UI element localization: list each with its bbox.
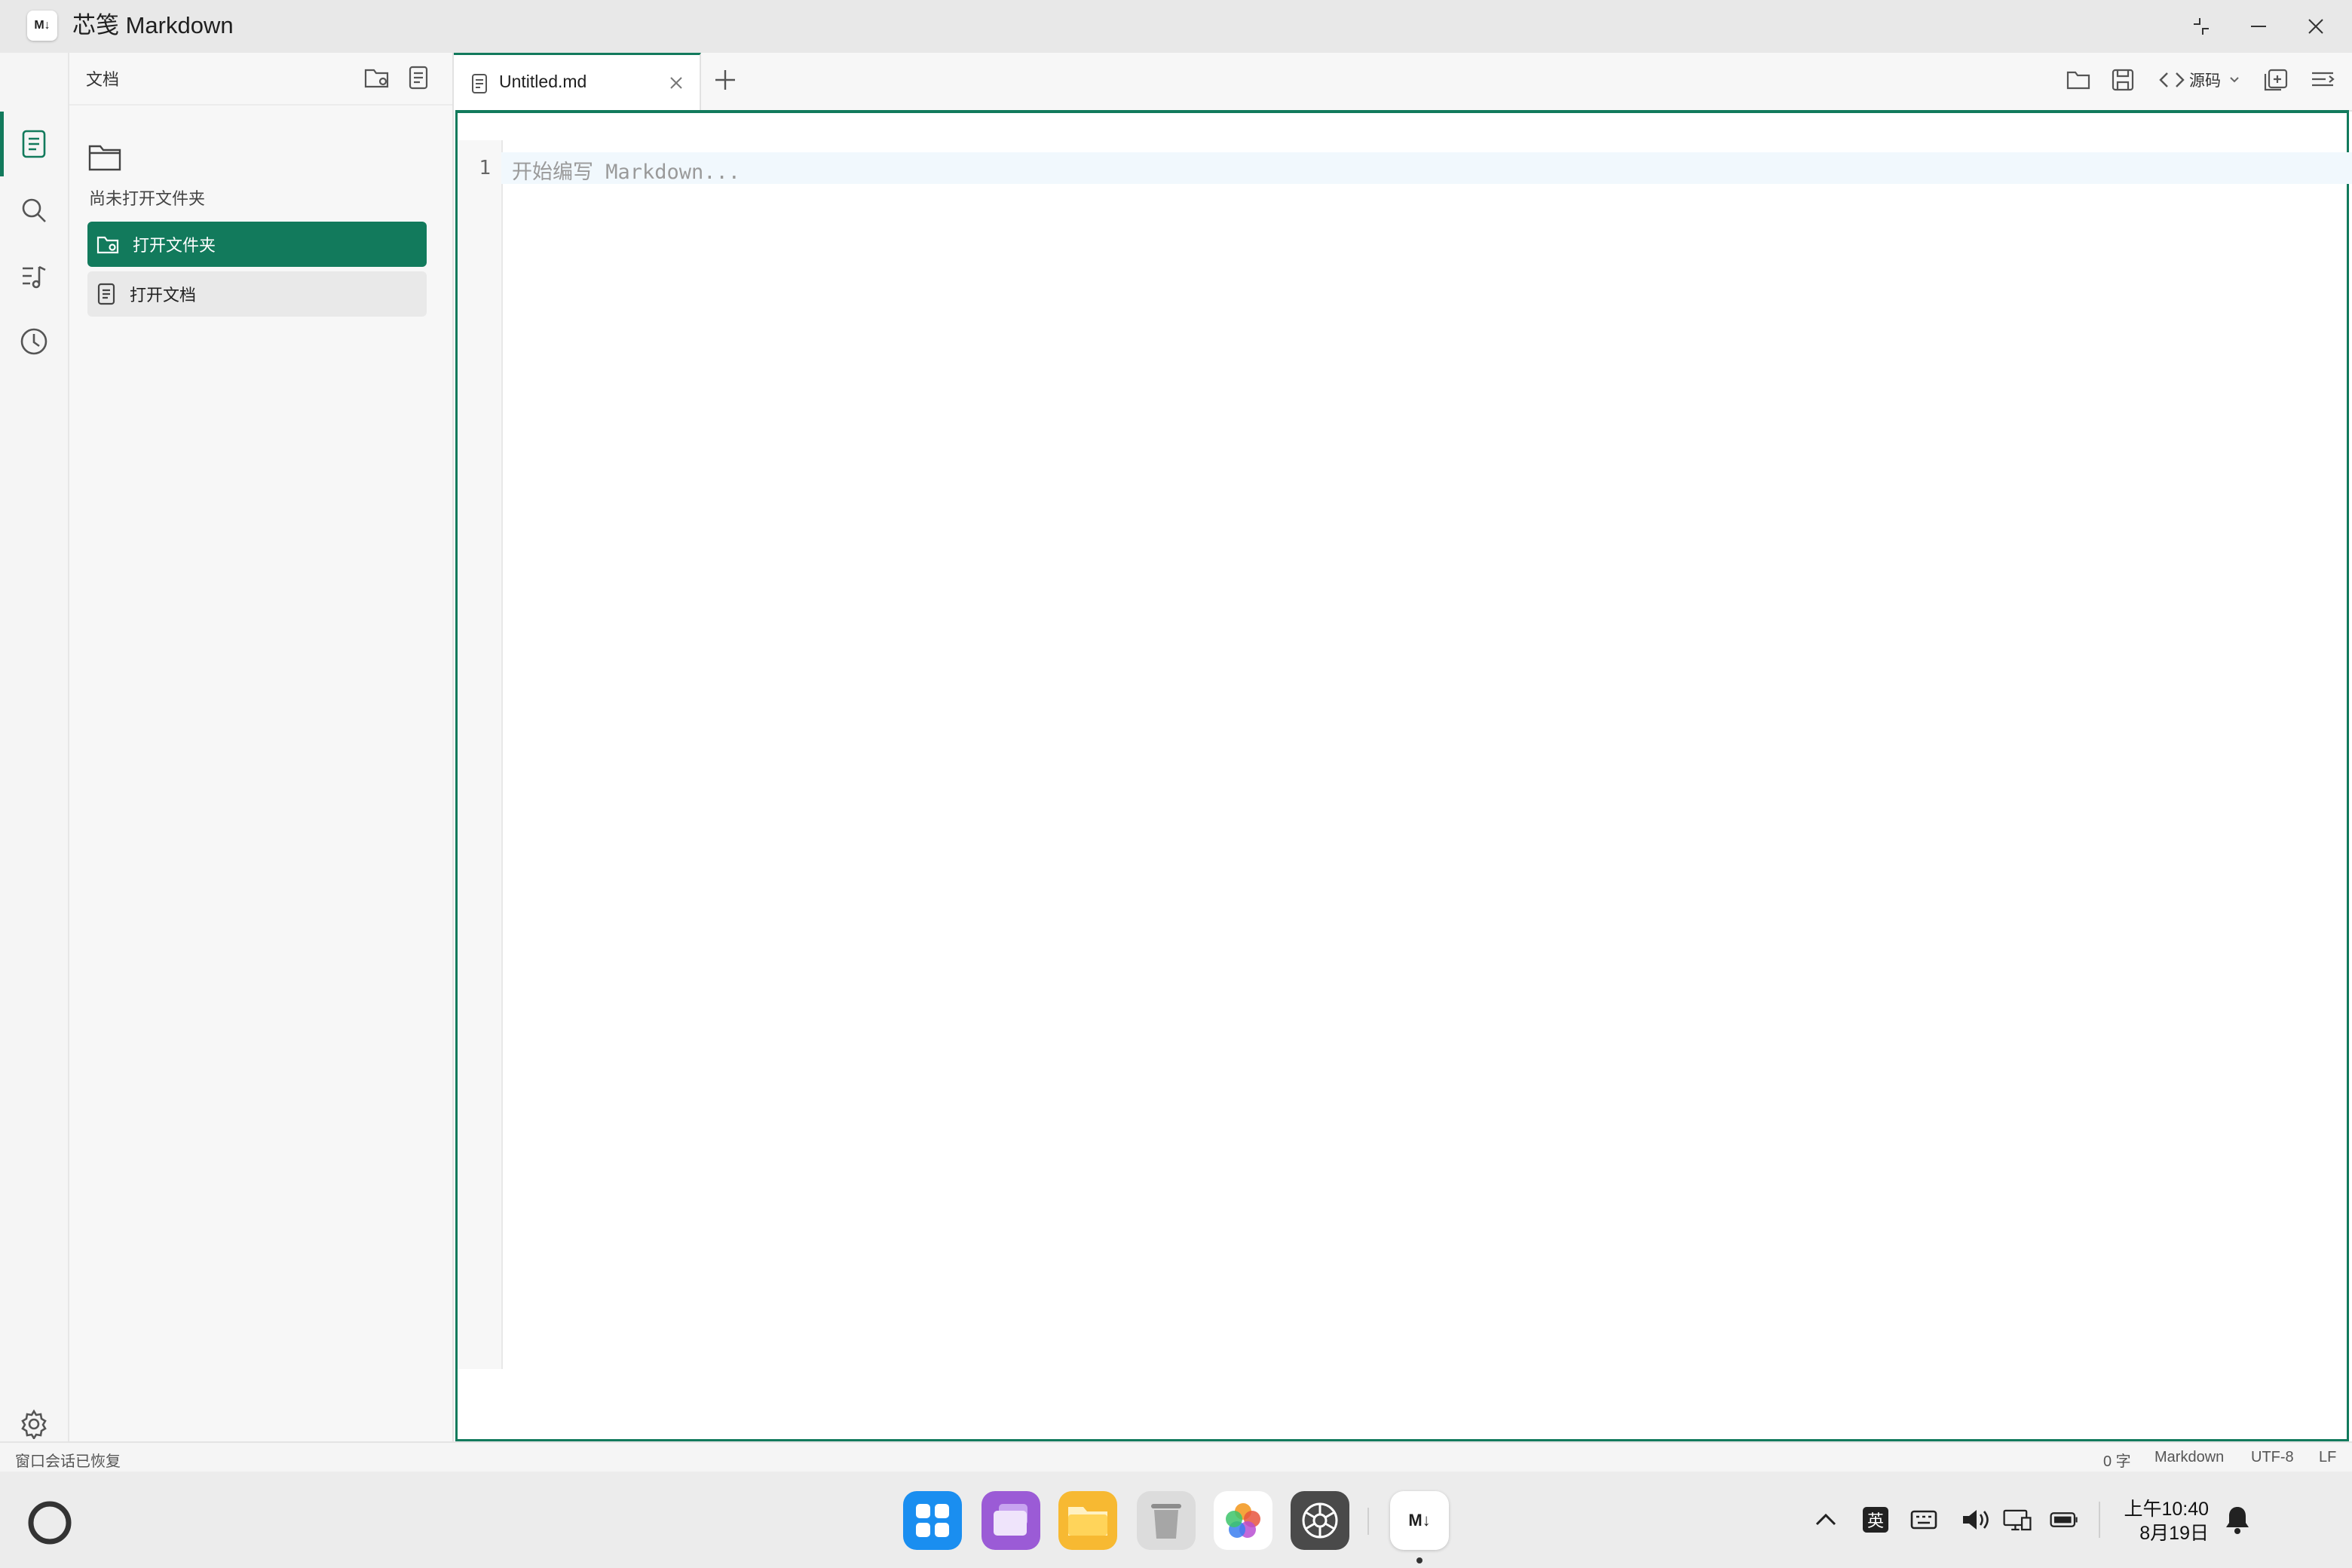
- status-message: 窗口会话已恢复: [15, 1453, 121, 1470]
- ime-label: 英: [1863, 1507, 1888, 1533]
- clock-date: 8月19日: [2139, 1523, 2209, 1544]
- open-document-button[interactable]: 打开文档: [87, 271, 427, 317]
- trash-icon[interactable]: [1137, 1491, 1196, 1550]
- active-line-highlight: [501, 152, 2352, 184]
- close-window-icon[interactable]: [2295, 8, 2337, 45]
- window-title: 芯笺 Markdown: [72, 12, 234, 38]
- folder-icon: [87, 142, 122, 172]
- open-folder-label: 打开文件夹: [133, 236, 216, 255]
- open-folder-button[interactable]: 打开文件夹: [87, 222, 427, 267]
- explorer-sidebar: 文档 尚未打开文件夹 打开文件夹 打开文档: [69, 53, 454, 1441]
- multitask-icon[interactable]: [982, 1491, 1040, 1550]
- running-indicator: [1416, 1557, 1423, 1563]
- bell-icon[interactable]: [2222, 1505, 2252, 1535]
- launcher-icon[interactable]: [26, 1499, 74, 1547]
- open-folder-icon[interactable]: [363, 65, 390, 90]
- tab-label: Untitled.md: [499, 72, 587, 91]
- status-bar: 窗口会话已恢复 0 字 Markdown UTF-8 LF: [0, 1441, 2352, 1473]
- markdown-app-icon[interactable]: M↓: [1390, 1491, 1449, 1550]
- clock-time: 上午10:40: [2124, 1499, 2209, 1520]
- document-icon[interactable]: [14, 124, 54, 164]
- open-document-label: 打开文档: [130, 286, 197, 305]
- file-manager-icon[interactable]: [1058, 1491, 1117, 1550]
- language-mode[interactable]: Markdown: [2154, 1449, 2224, 1466]
- file-encoding[interactable]: UTF-8: [2251, 1449, 2294, 1466]
- tab-untitled[interactable]: Untitled.md: [454, 53, 701, 112]
- close-tab-icon[interactable]: [668, 75, 684, 91]
- open-folder-icon[interactable]: [2066, 68, 2091, 92]
- outline-icon[interactable]: [14, 256, 54, 297]
- document-icon: [97, 283, 115, 305]
- search-icon[interactable]: [14, 190, 54, 231]
- editor-pane[interactable]: 1 开始编写 Markdown...: [455, 110, 2352, 1441]
- title-bar[interactable]: M↓ 芯笺 Markdown: [0, 0, 2352, 53]
- outline-panel-icon[interactable]: [2310, 68, 2335, 92]
- sidebar-header: 文档: [69, 53, 452, 106]
- save-icon[interactable]: [2111, 68, 2135, 92]
- code-icon: [2159, 72, 2185, 87]
- active-indicator: [0, 112, 4, 176]
- view-mode-dropdown[interactable]: 源码: [2159, 65, 2240, 95]
- markdown-file-icon: [470, 73, 488, 94]
- tab-bar: Untitled.md 源码: [454, 53, 2352, 112]
- gear-icon[interactable]: [14, 1404, 54, 1444]
- ime-indicator[interactable]: 英: [1860, 1505, 1891, 1535]
- history-icon[interactable]: [14, 321, 54, 362]
- app-grid-icon[interactable]: [903, 1491, 962, 1550]
- volume-icon[interactable]: [1960, 1505, 1990, 1535]
- line-gutter: [458, 140, 503, 1369]
- line-number: 1: [479, 157, 491, 179]
- chevron-down-icon: [2230, 77, 2239, 83]
- line-ending[interactable]: LF: [2319, 1449, 2336, 1466]
- battery-icon[interactable]: [2049, 1505, 2079, 1535]
- split-view-icon[interactable]: [2263, 68, 2289, 92]
- editor-placeholder[interactable]: 开始编写 Markdown...: [512, 155, 740, 185]
- settings-app-icon[interactable]: [1291, 1491, 1349, 1550]
- open-document-icon[interactable]: [407, 65, 430, 90]
- display-icon[interactable]: [2002, 1505, 2032, 1535]
- chevron-up-icon[interactable]: [1811, 1505, 1841, 1535]
- clock[interactable]: 上午10:40 8月19日: [2111, 1497, 2209, 1545]
- sidebar-title: 文档: [86, 70, 120, 89]
- app-logo-icon: M↓: [27, 11, 57, 41]
- new-tab-icon[interactable]: [712, 66, 739, 93]
- word-count: 0 字: [2103, 1453, 2131, 1470]
- no-folder-message: 尚未打开文件夹: [89, 189, 206, 208]
- keyboard-icon[interactable]: [1909, 1505, 1939, 1535]
- taskbar: M↓ 英 上午10:40 8月19日: [0, 1472, 2352, 1568]
- restore-icon[interactable]: [2180, 8, 2222, 45]
- folder-open-icon: [96, 236, 119, 254]
- view-mode-label: 源码: [2189, 72, 2221, 90]
- gallery-icon[interactable]: [1214, 1491, 1272, 1550]
- tray-divider: [2099, 1502, 2100, 1538]
- dock-divider: [1367, 1508, 1369, 1535]
- minimize-icon[interactable]: [2237, 8, 2280, 45]
- activity-bar: [0, 53, 69, 1441]
